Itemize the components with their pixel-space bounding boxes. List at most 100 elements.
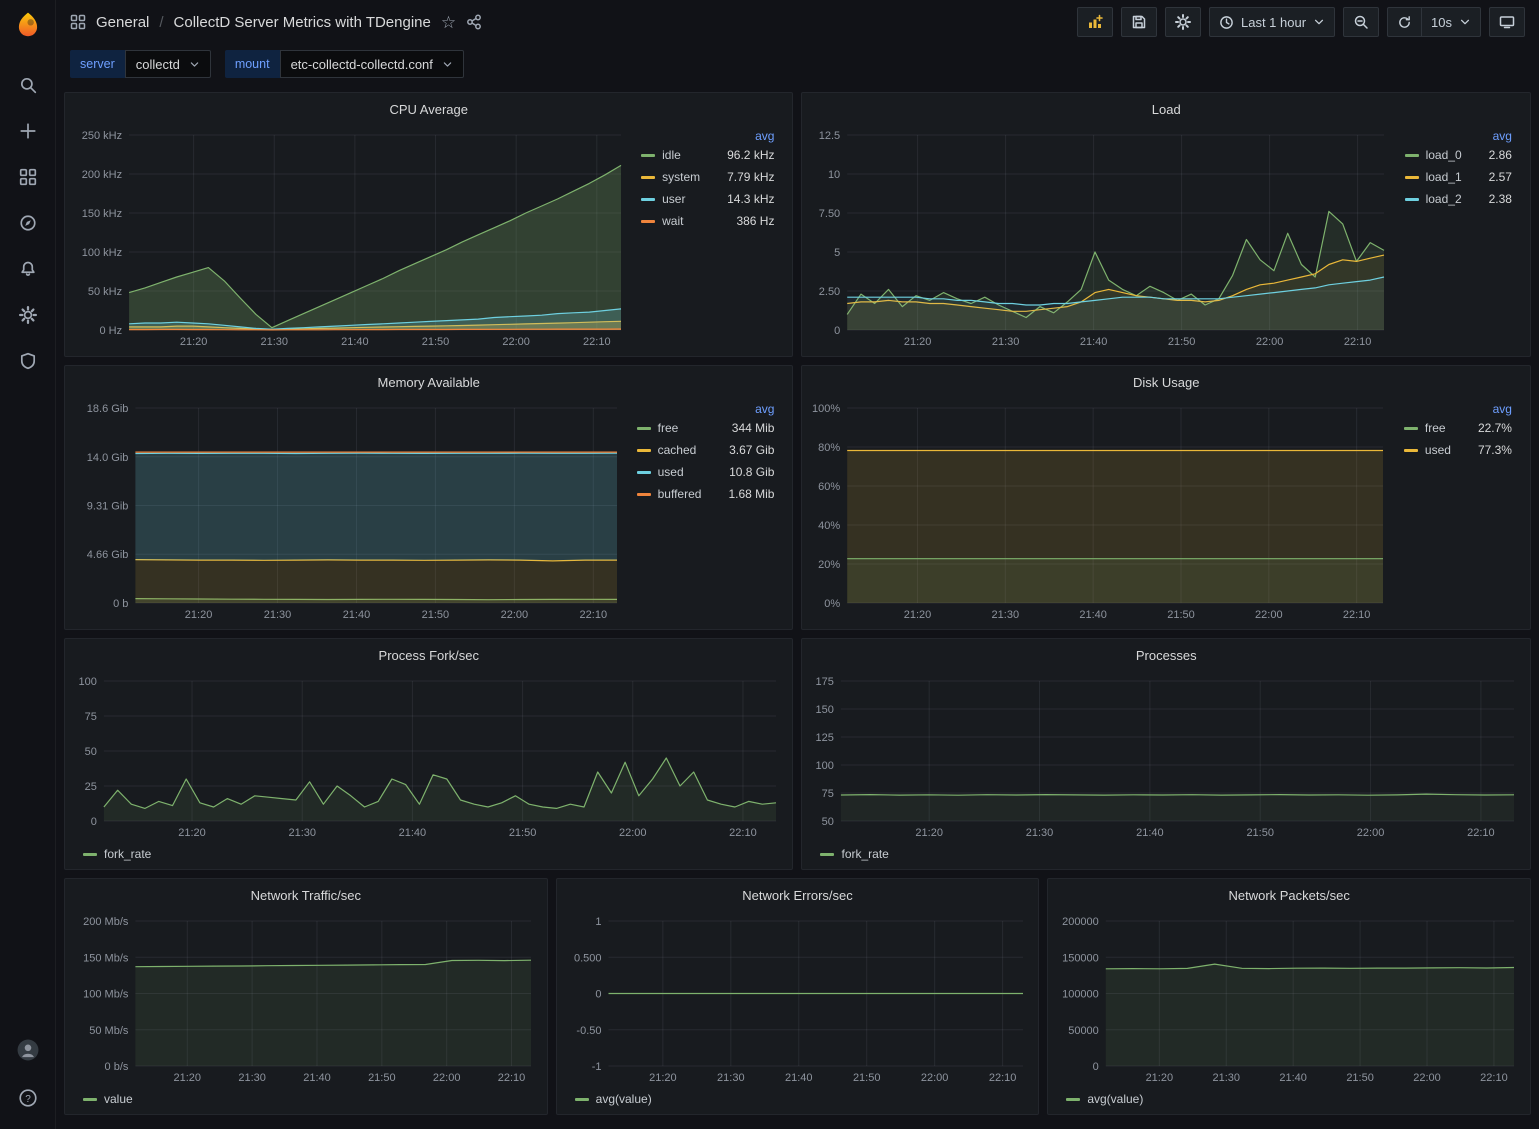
legend-item[interactable]: used10.8 Gib: [637, 465, 775, 479]
legend-avg-header: avg: [641, 129, 774, 143]
variable-value-mount[interactable]: etc-collectd-collectd.conf: [280, 50, 464, 78]
svg-text:0: 0: [595, 989, 601, 1001]
svg-text:12.5: 12.5: [819, 130, 840, 142]
svg-text:0 Hz: 0 Hz: [99, 325, 122, 337]
refresh-group: 10s: [1387, 7, 1481, 37]
user-profile-button[interactable]: [11, 1033, 45, 1067]
panel-title[interactable]: Processes: [802, 639, 1530, 671]
search-icon: [19, 76, 37, 94]
panel-memory-available: Memory Available 0 b4.66 Gib9.31 Gib14.0…: [64, 365, 793, 630]
legend-item[interactable]: buffered1.68 Mib: [637, 487, 775, 501]
zoom-out-time-button[interactable]: [1343, 7, 1379, 37]
legend-item[interactable]: wait386 Hz: [641, 214, 774, 228]
dashboard-settings-button[interactable]: [1165, 7, 1201, 37]
chart-canvas[interactable]: -1-0.5000.500121:2021:3021:4021:5022:002…: [561, 911, 1035, 1088]
refresh-button[interactable]: [1387, 7, 1421, 37]
avatar: [17, 1039, 39, 1061]
svg-text:0.500: 0.500: [574, 952, 602, 964]
help-button[interactable]: ?: [11, 1081, 45, 1115]
svg-text:22:10: 22:10: [1343, 609, 1371, 621]
legend-item[interactable]: free344 Mib: [637, 421, 775, 435]
svg-text:21:40: 21:40: [343, 609, 371, 621]
chart-canvas[interactable]: 0 b4.66 Gib9.31 Gib14.0 Gib18.6 Gib21:20…: [69, 398, 629, 625]
sidebar-item-server-admin[interactable]: [11, 344, 45, 378]
svg-text:10: 10: [828, 169, 840, 181]
chart-canvas[interactable]: 0%20%40%60%80%100%21:2021:3021:4021:5022…: [806, 398, 1395, 625]
star-dashboard-button[interactable]: ☆: [441, 14, 456, 31]
chevron-down-icon: [189, 59, 200, 70]
series-color-dash: [641, 220, 655, 223]
legend-item[interactable]: avg(value): [575, 1092, 652, 1106]
sidebar-item-configuration[interactable]: [11, 298, 45, 332]
panel-title[interactable]: Network Errors/sec: [557, 879, 1039, 911]
add-panel-button[interactable]: [1077, 7, 1113, 37]
chart-canvas[interactable]: 0 b/s50 Mb/s100 Mb/s150 Mb/s200 Mb/s21:2…: [69, 911, 543, 1088]
sidebar-item-alerting[interactable]: [11, 252, 45, 286]
panel-title[interactable]: CPU Average: [65, 93, 792, 125]
svg-text:150 kHz: 150 kHz: [82, 208, 122, 220]
sidebar-item-explore[interactable]: [11, 206, 45, 240]
panel-legend: avgload_02.86load_12.57load_22.38: [1397, 125, 1526, 352]
panel-title[interactable]: Network Traffic/sec: [65, 879, 547, 911]
svg-text:7.50: 7.50: [819, 208, 840, 220]
svg-text:21:50: 21:50: [368, 1072, 396, 1084]
chevron-down-icon: [442, 59, 453, 70]
svg-text:22:00: 22:00: [1256, 336, 1284, 348]
legend-item[interactable]: value: [83, 1092, 133, 1106]
panel-title[interactable]: Process Fork/sec: [65, 639, 792, 671]
svg-text:50 kHz: 50 kHz: [88, 286, 122, 298]
legend-item[interactable]: load_02.86: [1405, 148, 1512, 162]
share-dashboard-button[interactable]: [466, 14, 482, 30]
svg-text:75: 75: [822, 788, 834, 800]
legend-item[interactable]: fork_rate: [820, 847, 888, 861]
legend-item[interactable]: avg(value): [1066, 1092, 1143, 1106]
legend-item[interactable]: used77.3%: [1404, 443, 1512, 457]
legend-item[interactable]: cached3.67 Gib: [637, 443, 775, 457]
chart-canvas[interactable]: 507510012515017521:2021:3021:4021:5022:0…: [806, 671, 1526, 843]
chart-canvas[interactable]: 0 Hz50 kHz100 kHz150 kHz200 kHz250 kHz21…: [69, 125, 633, 352]
grafana-logo[interactable]: [11, 8, 45, 42]
legend-item[interactable]: system7.79 kHz: [641, 170, 774, 184]
time-range-picker[interactable]: Last 1 hour: [1209, 7, 1335, 37]
breadcrumb-dashboard-title[interactable]: CollectD Server Metrics with TDengine: [174, 14, 431, 31]
sidebar-item-create[interactable]: [11, 114, 45, 148]
sidebar-item-search[interactable]: [11, 68, 45, 102]
svg-text:21:30: 21:30: [1213, 1072, 1241, 1084]
refresh-interval-dropdown[interactable]: 10s: [1421, 7, 1481, 37]
chart-canvas[interactable]: 05000010000015000020000021:2021:3021:402…: [1052, 911, 1526, 1088]
panel-network-packets: Network Packets/sec 05000010000015000020…: [1047, 878, 1531, 1115]
panel-title[interactable]: Network Packets/sec: [1048, 879, 1530, 911]
legend-item[interactable]: idle96.2 kHz: [641, 148, 774, 162]
legend-item[interactable]: free22.7%: [1404, 421, 1512, 435]
chart-canvas[interactable]: 02.5057.501012.521:2021:3021:4021:5022:0…: [806, 125, 1396, 352]
shield-icon: [19, 352, 37, 370]
variable-label-server: server: [70, 50, 125, 78]
save-dashboard-button[interactable]: [1121, 7, 1157, 37]
legend-series-avg-value: 2.38: [1469, 192, 1512, 206]
legend-item[interactable]: load_22.38: [1405, 192, 1512, 206]
series-color-dash: [637, 471, 651, 474]
variable-value-server[interactable]: collectd: [125, 50, 211, 78]
panel-legend: avgfree22.7%used77.3%: [1396, 398, 1526, 625]
legend-item[interactable]: user14.3 kHz: [641, 192, 774, 206]
legend-series-avg-value: 77.3%: [1458, 443, 1512, 457]
svg-text:250 kHz: 250 kHz: [82, 130, 122, 142]
cycle-view-mode-button[interactable]: [1489, 7, 1525, 37]
breadcrumb-separator: /: [159, 14, 163, 31]
breadcrumb-folder[interactable]: General: [96, 14, 149, 31]
legend-item[interactable]: fork_rate: [83, 847, 151, 861]
svg-text:21:50: 21:50: [1168, 609, 1196, 621]
panel-legend: value: [69, 1088, 543, 1110]
panel-title[interactable]: Disk Usage: [802, 366, 1530, 398]
svg-text:0: 0: [1093, 1061, 1099, 1073]
legend-series-label: system: [662, 170, 700, 184]
legend-item[interactable]: load_12.57: [1405, 170, 1512, 184]
series-color-dash: [83, 1098, 97, 1101]
svg-text:21:50: 21:50: [1247, 827, 1275, 839]
chart-canvas[interactable]: 025507510021:2021:3021:4021:5022:0022:10: [69, 671, 788, 843]
panel-title[interactable]: Memory Available: [65, 366, 792, 398]
sidebar-item-dashboards[interactable]: [11, 160, 45, 194]
panel-title[interactable]: Load: [802, 93, 1530, 125]
svg-text:21:20: 21:20: [916, 827, 944, 839]
variable-mount: mount etc-collectd-collectd.conf: [225, 50, 464, 78]
